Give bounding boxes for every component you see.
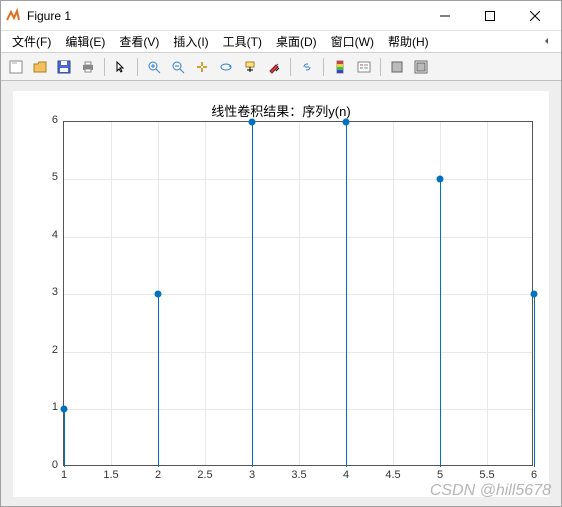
menu-help[interactable]: 帮助(H) bbox=[381, 31, 436, 52]
chart-title: 线性卷积结果：序列y(n) bbox=[13, 101, 549, 120]
show-plot-tools-icon[interactable] bbox=[410, 56, 432, 78]
titlebar: Figure 1 bbox=[1, 1, 561, 31]
x-tick-label: 6 bbox=[531, 469, 537, 481]
maximize-button[interactable] bbox=[467, 2, 512, 30]
minimize-button[interactable] bbox=[422, 2, 467, 30]
y-tick-label: 3 bbox=[52, 286, 58, 298]
stem-marker bbox=[155, 291, 162, 298]
menu-file[interactable]: 文件(F) bbox=[5, 31, 58, 52]
close-button[interactable] bbox=[512, 2, 557, 30]
zoom-in-icon[interactable] bbox=[143, 56, 165, 78]
x-tick-label: 3 bbox=[249, 469, 255, 481]
pointer-icon[interactable] bbox=[110, 56, 132, 78]
link-icon[interactable] bbox=[296, 56, 318, 78]
x-tick-label: 1.5 bbox=[103, 469, 118, 481]
menubar: 文件(F) 编辑(E) 查看(V) 插入(I) 工具(T) 桌面(D) 窗口(W… bbox=[1, 31, 561, 53]
menu-insert[interactable]: 插入(I) bbox=[166, 31, 215, 52]
window-title: Figure 1 bbox=[27, 9, 422, 23]
y-tick-label: 6 bbox=[52, 114, 58, 126]
x-tick-label: 5 bbox=[437, 469, 443, 481]
gridline-horizontal bbox=[64, 179, 532, 180]
toolbar-separator bbox=[104, 58, 105, 76]
print-icon[interactable] bbox=[77, 56, 99, 78]
matlab-logo-icon bbox=[5, 8, 21, 24]
plot-area: 线性卷积结果：序列y(n) 11.522.533.544.555.5601234… bbox=[1, 81, 561, 506]
legend-icon[interactable] bbox=[353, 56, 375, 78]
toolbar-separator bbox=[290, 58, 291, 76]
rotate-3d-icon[interactable] bbox=[215, 56, 237, 78]
y-tick-label: 4 bbox=[52, 229, 58, 241]
new-figure-icon[interactable] bbox=[5, 56, 27, 78]
stem-line bbox=[158, 294, 159, 467]
toolbar-separator bbox=[380, 58, 381, 76]
menu-desktop[interactable]: 桌面(D) bbox=[269, 31, 324, 52]
y-tick-label: 2 bbox=[52, 344, 58, 356]
x-tick-label: 4 bbox=[343, 469, 349, 481]
gridline-horizontal bbox=[64, 409, 532, 410]
toolbar-separator bbox=[137, 58, 138, 76]
stem-line bbox=[534, 294, 535, 467]
stem-marker bbox=[343, 118, 350, 125]
gridline-vertical bbox=[111, 122, 112, 465]
stem-marker bbox=[61, 406, 68, 413]
x-tick-label: 2 bbox=[155, 469, 161, 481]
stem-line bbox=[346, 122, 347, 467]
stem-line bbox=[64, 409, 65, 467]
stem-marker bbox=[531, 291, 538, 298]
gridline-vertical bbox=[205, 122, 206, 465]
hide-plot-tools-icon[interactable] bbox=[386, 56, 408, 78]
gridline-horizontal bbox=[64, 237, 532, 238]
y-tick-label: 0 bbox=[52, 459, 58, 471]
save-icon[interactable] bbox=[53, 56, 75, 78]
stem-marker bbox=[437, 176, 444, 183]
x-tick-label: 3.5 bbox=[291, 469, 306, 481]
x-tick-label: 5.5 bbox=[479, 469, 494, 481]
x-tick-label: 4.5 bbox=[385, 469, 400, 481]
y-tick-label: 1 bbox=[52, 401, 58, 413]
plot-container: 线性卷积结果：序列y(n) 11.522.533.544.555.5601234… bbox=[13, 91, 549, 497]
window-controls bbox=[422, 2, 557, 30]
pan-icon[interactable] bbox=[191, 56, 213, 78]
colorbar-icon[interactable] bbox=[329, 56, 351, 78]
stem-line bbox=[252, 122, 253, 467]
zoom-out-icon[interactable] bbox=[167, 56, 189, 78]
data-cursor-icon[interactable] bbox=[239, 56, 261, 78]
gridline-horizontal bbox=[64, 352, 532, 353]
gridline-vertical bbox=[487, 122, 488, 465]
menubar-overflow-icon[interactable] bbox=[539, 35, 557, 49]
brush-icon[interactable] bbox=[263, 56, 285, 78]
x-tick-label: 2.5 bbox=[197, 469, 212, 481]
figure-window: Figure 1 文件(F) 编辑(E) 查看(V) 插入(I) 工具(T) 桌… bbox=[0, 0, 562, 507]
menu-window[interactable]: 窗口(W) bbox=[324, 31, 381, 52]
y-tick-label: 5 bbox=[52, 171, 58, 183]
x-tick-label: 1 bbox=[61, 469, 67, 481]
menu-tools[interactable]: 工具(T) bbox=[216, 31, 269, 52]
menu-view[interactable]: 查看(V) bbox=[112, 31, 166, 52]
stem-line bbox=[440, 179, 441, 467]
gridline-vertical bbox=[299, 122, 300, 465]
stem-marker bbox=[249, 118, 256, 125]
axes[interactable]: 11.522.533.544.555.560123456 bbox=[63, 121, 533, 466]
gridline-vertical bbox=[393, 122, 394, 465]
toolbar bbox=[1, 53, 561, 81]
toolbar-separator bbox=[323, 58, 324, 76]
open-file-icon[interactable] bbox=[29, 56, 51, 78]
gridline-horizontal bbox=[64, 294, 532, 295]
menu-edit[interactable]: 编辑(E) bbox=[58, 31, 112, 52]
